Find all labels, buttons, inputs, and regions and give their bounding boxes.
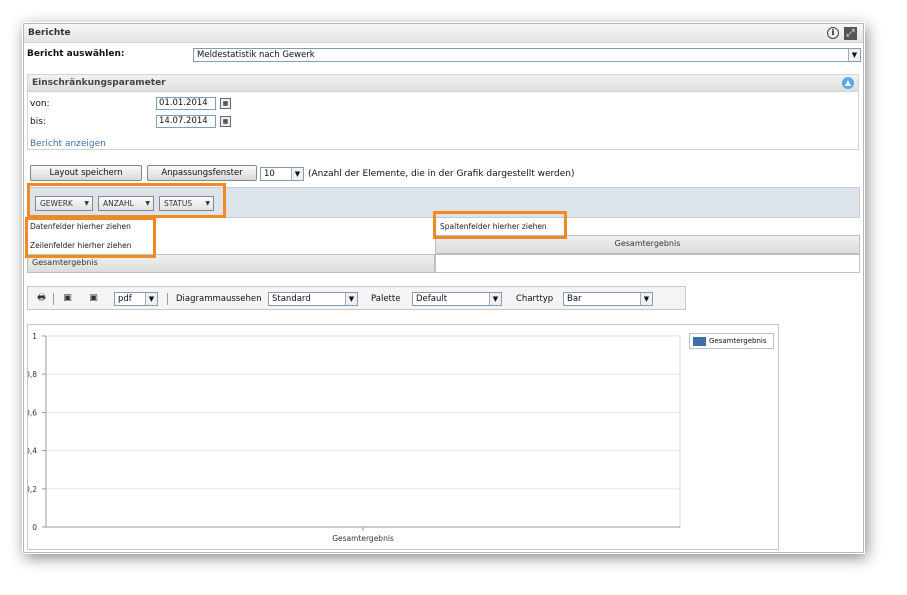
y-tick-label: 0,4 — [28, 447, 37, 456]
chevron-down-icon[interactable]: ▼ — [489, 293, 501, 305]
item-count-value: 10 — [264, 169, 275, 179]
chart-legend: Gesamtergebnis — [689, 333, 774, 349]
chevron-down-icon[interactable]: ▼ — [345, 293, 357, 305]
export-format-select[interactable]: pdf ▼ — [114, 292, 158, 306]
export-format-value: pdf — [118, 294, 132, 304]
info-icon[interactable]: i — [827, 27, 839, 39]
save-icon[interactable]: ▣ — [62, 293, 73, 304]
highlight-data-row-fields — [25, 217, 156, 258]
item-count-select[interactable]: 10 ▼ — [260, 167, 304, 181]
calendar-icon[interactable]: ▦ — [220, 98, 231, 109]
y-tick-label: 0,2 — [28, 485, 37, 494]
palette-value: Default — [416, 294, 448, 304]
to-date-field[interactable]: 14.07.2014 — [156, 115, 216, 128]
plot-area — [45, 335, 681, 528]
legend-swatch — [693, 337, 706, 346]
legend-label: Gesamtergebnis — [709, 337, 767, 345]
highlight-column-fields — [433, 211, 567, 239]
x-tick-label: Gesamtergebnis — [332, 534, 394, 543]
toolbar-separator — [167, 293, 168, 305]
save-as-icon[interactable]: ▣ — [88, 293, 99, 304]
charttype-label: Charttyp — [516, 294, 554, 304]
to-label: bis: — [30, 117, 46, 127]
toolbar-separator — [53, 293, 54, 305]
y-tick-label: 0,8 — [28, 370, 37, 379]
chevron-down-icon[interactable]: ▼ — [848, 49, 860, 61]
show-report-link[interactable]: Bericht anzeigen — [30, 139, 106, 149]
appearance-value: Standard — [272, 294, 311, 304]
report-select-label: Bericht auswählen: — [27, 49, 125, 59]
customize-window-button[interactable]: Anpassungsfenster — [147, 165, 257, 181]
chart-panel: 0 0,2 0,4 0,6 0,8 1 Gesamtergebnis Gesamtergeb… — [25, 324, 779, 550]
appearance-label: Diagrammaussehen — [176, 294, 262, 304]
maximize-icon[interactable]: ⤢ — [844, 27, 857, 40]
item-count-hint: (Anzahl der Elemente, die in der Grafik … — [308, 169, 575, 179]
chevron-down-icon[interactable]: ▼ — [145, 293, 157, 305]
chart-toolbar: 🖶 ▣ ▣ pdf ▼ Diagrammaussehen Standard ▼ … — [27, 286, 686, 310]
charttype-value: Bar — [567, 294, 582, 304]
palette-select[interactable]: Default ▼ — [412, 292, 502, 306]
print-icon[interactable]: 🖶 — [36, 293, 47, 304]
from-date-field[interactable]: 01.01.2014 — [156, 97, 216, 110]
bar-chart: 0 0,2 0,4 0,6 0,8 1 Gesamtergebnis — [25, 332, 681, 543]
collapse-icon[interactable]: ▲ — [842, 77, 854, 89]
y-tick-label: 1 — [32, 332, 37, 341]
charttype-select[interactable]: Bar ▼ — [563, 292, 653, 306]
from-label: von: — [30, 99, 50, 109]
y-tick-label: 0 — [32, 523, 37, 532]
y-tick-label: 0,6 — [28, 408, 37, 417]
parameter-panel: Einschränkungsparameter ▲ von: 01.01.201… — [27, 74, 859, 150]
window-title: Berichte — [28, 28, 71, 38]
report-select-value: Meldestatistik nach Gewerk — [197, 50, 315, 60]
chevron-down-icon[interactable]: ▼ — [291, 168, 303, 180]
highlight-filter-fields — [27, 183, 226, 218]
appearance-select[interactable]: Standard ▼ — [268, 292, 358, 306]
calendar-icon[interactable]: ▦ — [220, 116, 231, 127]
parameter-panel-title: Einschränkungsparameter — [32, 78, 166, 88]
save-layout-button[interactable]: Layout speichern — [30, 165, 142, 181]
parameter-panel-header: Einschränkungsparameter ▲ — [28, 75, 858, 92]
total-value-cell — [435, 254, 860, 273]
report-select[interactable]: Meldestatistik nach Gewerk ▼ — [193, 48, 861, 62]
palette-label: Palette — [371, 294, 401, 304]
chevron-down-icon[interactable]: ▼ — [640, 293, 652, 305]
reports-window: Berichte i ⤢ Bericht auswählen: Meldesta… — [23, 23, 864, 553]
window-titlebar: Berichte i ⤢ — [24, 24, 863, 43]
